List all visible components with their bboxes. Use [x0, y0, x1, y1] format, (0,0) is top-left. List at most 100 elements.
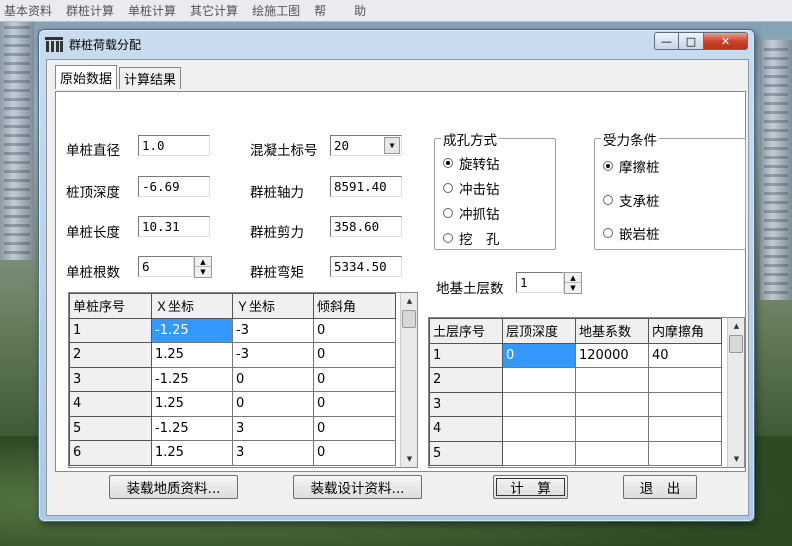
- grid-cell[interactable]: 40: [648, 342, 722, 368]
- grid-cell[interactable]: 0: [313, 317, 396, 343]
- grid-cell[interactable]: [502, 391, 576, 417]
- radio-friction-pile[interactable]: 摩擦桩: [603, 156, 660, 176]
- grid-cell[interactable]: 0: [502, 342, 576, 368]
- load-design-button[interactable]: 装载设计资料...: [293, 475, 422, 499]
- grid-cell[interactable]: [575, 416, 649, 442]
- grid-cell[interactable]: -1.25: [151, 317, 233, 343]
- radio-rotary-drill[interactable]: 旋转钻: [443, 153, 500, 173]
- pile-top-depth-input[interactable]: -6.69: [138, 176, 210, 197]
- grid-cell[interactable]: [648, 416, 722, 442]
- grid-cell[interactable]: 1.25: [151, 391, 233, 417]
- radio-rock-socket-pile[interactable]: 嵌岩桩: [603, 223, 660, 243]
- radio-grab-drill[interactable]: 冲抓钻: [443, 203, 500, 223]
- menu-item-other[interactable]: 其它计算: [190, 2, 238, 19]
- menu-item-help-2[interactable]: 助: [354, 2, 366, 19]
- radio-manual-dig[interactable]: 挖 孔: [443, 228, 500, 248]
- soil-layers-grid[interactable]: 土层序号 层顶深度 地基系数 内摩擦角 1 0 120000 40 2 3 4 …: [428, 317, 745, 468]
- tab-input-data[interactable]: 原始数据: [55, 65, 118, 89]
- row-header[interactable]: 4: [429, 416, 503, 442]
- soil-grid-scrollbar[interactable]: ▲ ▼: [727, 318, 744, 467]
- col-header-foundation-coef[interactable]: 地基系数: [575, 318, 649, 344]
- row-header[interactable]: 2: [69, 342, 152, 368]
- pile-grid-scrollbar[interactable]: ▲ ▼: [400, 293, 417, 467]
- radio-percussion-drill[interactable]: 冲击钻: [443, 178, 500, 198]
- pile-length-input[interactable]: 10.31: [138, 216, 210, 237]
- col-header-y[interactable]: Ｙ坐标: [232, 293, 314, 319]
- row-header[interactable]: 3: [429, 391, 503, 417]
- scroll-thumb[interactable]: [402, 310, 416, 328]
- axial-force-input[interactable]: 8591.40: [330, 176, 402, 197]
- tab-results[interactable]: 计算结果: [119, 67, 182, 89]
- menu-item-single-pile[interactable]: 单桩计算: [128, 2, 176, 19]
- row-header[interactable]: 6: [69, 440, 152, 466]
- concrete-grade-combo[interactable]: 20 ▼: [330, 135, 402, 156]
- scroll-up-icon[interactable]: ▲: [401, 293, 417, 309]
- row-header[interactable]: 1: [69, 317, 152, 343]
- pile-coordinates-grid[interactable]: 单桩序号 Ｘ坐标 Ｙ坐标 倾斜角 1 -1.25 -3 0 2 1.25 -3 …: [68, 292, 418, 468]
- col-header-layer-depth[interactable]: 层顶深度: [502, 318, 576, 344]
- col-header-layer-no[interactable]: 土层序号: [429, 318, 503, 344]
- bending-moment-input[interactable]: 5334.50: [330, 256, 402, 277]
- grid-cell[interactable]: -3: [232, 342, 314, 368]
- grid-cell[interactable]: 0: [313, 440, 396, 466]
- row-header[interactable]: 2: [429, 367, 503, 393]
- grid-cell[interactable]: -3: [232, 317, 314, 343]
- minimize-button[interactable]: —: [654, 32, 679, 50]
- grid-cell[interactable]: 0: [232, 391, 314, 417]
- row-header[interactable]: 4: [69, 391, 152, 417]
- soil-layer-count-spinner[interactable]: ▲ ▼: [564, 272, 582, 294]
- spin-down-icon[interactable]: ▼: [565, 283, 581, 293]
- grid-cell[interactable]: 3: [232, 440, 314, 466]
- load-geology-button[interactable]: 装载地质资料...: [109, 475, 238, 499]
- grid-cell[interactable]: [502, 367, 576, 393]
- row-header[interactable]: 1: [429, 342, 503, 368]
- grid-cell[interactable]: 0: [313, 342, 396, 368]
- grid-cell[interactable]: 0: [313, 391, 396, 417]
- calculate-button[interactable]: 计 算: [493, 475, 568, 499]
- spin-down-icon[interactable]: ▼: [195, 267, 211, 277]
- maximize-button[interactable]: □: [679, 32, 704, 50]
- row-header[interactable]: 3: [69, 366, 152, 392]
- grid-cell[interactable]: 1.25: [151, 440, 233, 466]
- pile-count-input[interactable]: 6: [138, 256, 194, 277]
- grid-cell[interactable]: 0: [232, 366, 314, 392]
- dropdown-arrow-icon[interactable]: ▼: [384, 137, 400, 154]
- soil-layer-count-input[interactable]: 1: [516, 272, 564, 293]
- shear-force-input[interactable]: 358.60: [330, 216, 402, 237]
- menu-item-basic[interactable]: 基本资料: [4, 2, 52, 19]
- scroll-up-icon[interactable]: ▲: [728, 318, 744, 334]
- title-bar[interactable]: 群桩荷载分配 — □ ✕: [39, 30, 754, 58]
- exit-button[interactable]: 退 出: [623, 475, 697, 499]
- grid-cell[interactable]: -1.25: [151, 366, 233, 392]
- menu-item-drawing[interactable]: 绘施工图: [252, 2, 300, 19]
- spin-up-icon[interactable]: ▲: [565, 273, 581, 283]
- grid-cell[interactable]: 1.25: [151, 342, 233, 368]
- grid-cell[interactable]: [575, 440, 649, 466]
- scroll-down-icon[interactable]: ▼: [728, 451, 744, 467]
- grid-cell[interactable]: [648, 367, 722, 393]
- grid-cell[interactable]: [648, 391, 722, 417]
- scroll-down-icon[interactable]: ▼: [401, 451, 417, 467]
- row-header[interactable]: 5: [429, 440, 503, 466]
- menu-item-help-1[interactable]: 帮: [314, 2, 326, 19]
- row-header[interactable]: 5: [69, 415, 152, 441]
- close-button[interactable]: ✕: [704, 32, 748, 50]
- grid-cell[interactable]: [648, 440, 722, 466]
- grid-cell[interactable]: [575, 391, 649, 417]
- menu-item-group-pile[interactable]: 群桩计算: [66, 2, 114, 19]
- grid-cell[interactable]: 0: [313, 366, 396, 392]
- spin-up-icon[interactable]: ▲: [195, 257, 211, 267]
- scroll-thumb[interactable]: [729, 335, 743, 353]
- grid-cell[interactable]: 0: [313, 415, 396, 441]
- grid-cell[interactable]: [575, 367, 649, 393]
- grid-cell[interactable]: 120000: [575, 342, 649, 368]
- grid-cell[interactable]: -1.25: [151, 415, 233, 441]
- col-header-friction-angle[interactable]: 内摩擦角: [648, 318, 722, 344]
- grid-cell[interactable]: 3: [232, 415, 314, 441]
- col-header-pile-no[interactable]: 单桩序号: [69, 293, 152, 319]
- col-header-x[interactable]: Ｘ坐标: [151, 293, 233, 319]
- pile-count-spinner[interactable]: ▲ ▼: [194, 256, 212, 278]
- pile-diameter-input[interactable]: 1.0: [138, 135, 210, 156]
- radio-bearing-pile[interactable]: 支承桩: [603, 190, 660, 210]
- grid-cell[interactable]: [502, 416, 576, 442]
